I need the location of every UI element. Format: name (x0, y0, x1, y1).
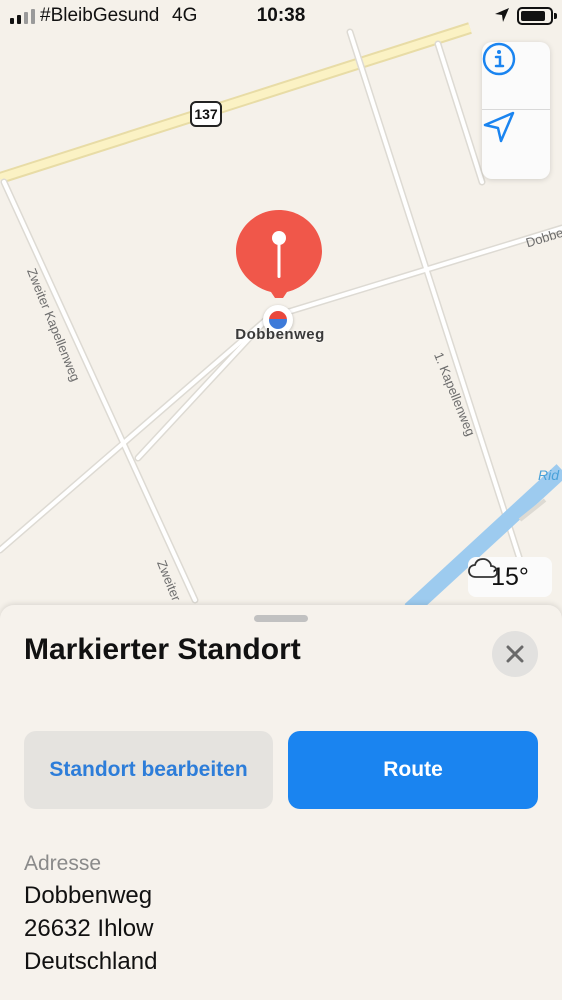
edit-location-button[interactable]: Standort bearbeiten (24, 731, 273, 809)
weather-badge: 15° (468, 557, 552, 597)
battery-icon (517, 7, 557, 25)
close-icon (506, 645, 524, 663)
place-card: Markierter Standort Standort bearbeiten … (0, 605, 562, 1000)
pin-label: Dobbenweg (235, 326, 325, 343)
status-time: 10:38 (256, 5, 306, 26)
road-shield-137: 137 (190, 101, 222, 127)
close-button[interactable] (492, 631, 538, 677)
marked-location-pin[interactable] (234, 208, 324, 298)
route-button[interactable]: Route (288, 731, 538, 809)
water-label: Rid (538, 467, 560, 483)
location-arrow-icon (483, 111, 515, 143)
info-button[interactable] (482, 42, 550, 110)
location-services-icon (495, 8, 509, 22)
map-view[interactable]: 137 Zweiter Kapellenweg Zweiter 1. Kapel… (0, 0, 562, 640)
pin-icon (236, 210, 322, 298)
address-street: Dobbenweg (24, 882, 153, 909)
status-bar: #BleibGesund 4G 10:38 (0, 0, 562, 32)
sheet-grabber[interactable] (254, 615, 308, 622)
map-controls (482, 42, 550, 179)
info-icon (482, 42, 516, 76)
cloud-icon (468, 558, 498, 578)
address-country: Deutschland (24, 948, 158, 975)
address-heading: Adresse (24, 852, 102, 875)
location-button[interactable] (482, 110, 550, 178)
address-city: 26632 Ihlow (24, 915, 154, 942)
place-title: Markierter Standort (24, 633, 301, 666)
